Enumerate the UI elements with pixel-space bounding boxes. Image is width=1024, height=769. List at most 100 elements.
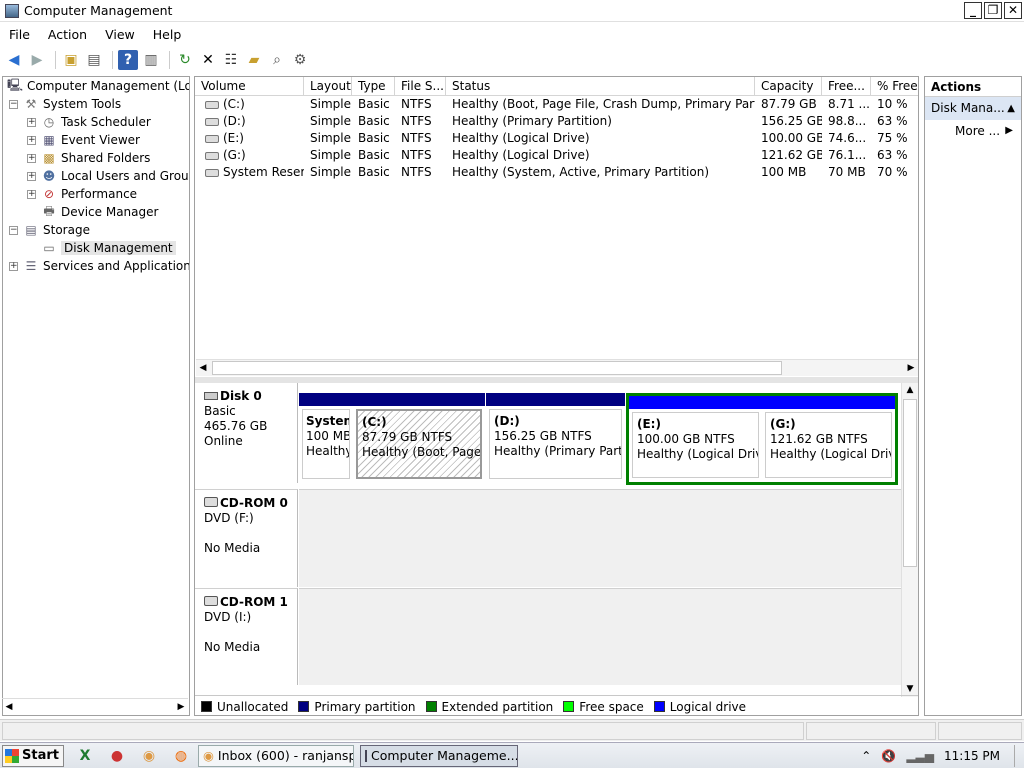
- taskbar-item-inbox[interactable]: ◉ Inbox (600) - ranjanspe...: [197, 744, 354, 767]
- column-header-layout[interactable]: Layout: [304, 77, 352, 96]
- partition-g[interactable]: (G:) 121.62 GB NTFS Healthy (Logical Dri…: [762, 396, 895, 482]
- tree-item-services[interactable]: + ☰ Services and Applications: [9, 257, 189, 275]
- partition-d[interactable]: (D:) 156.25 GB NTFS Healthy (Primary Par…: [486, 393, 625, 483]
- expand-icon[interactable]: +: [27, 135, 36, 145]
- taskbar-item-label: Inbox (600) - ranjanspe...: [217, 748, 353, 763]
- table-row[interactable]: System Reserv... Simple Basic NTFS Healt…: [195, 164, 918, 181]
- actions-section-disk-management[interactable]: Disk Mana... ▲: [925, 97, 1021, 120]
- column-header-type[interactable]: Type: [352, 77, 395, 96]
- forward-icon[interactable]: ▶: [27, 50, 47, 70]
- search-icon[interactable]: ⌕: [267, 50, 287, 70]
- scrollbar-thumb[interactable]: [903, 399, 917, 567]
- expand-icon[interactable]: +: [9, 261, 18, 271]
- partition-label: (D:): [494, 414, 520, 428]
- cdrom-0-label[interactable]: CD-ROM 0 DVD (F:) No Media: [195, 489, 298, 587]
- settings-icon[interactable]: ⚙: [290, 50, 310, 70]
- menu-action[interactable]: Action: [39, 27, 96, 42]
- scrollbar-thumb[interactable]: [212, 361, 782, 375]
- tree-item-device-manager[interactable]: 🖶 Device Manager: [41, 203, 158, 221]
- cdrom-media: No Media: [204, 541, 261, 555]
- window-title: Computer Management: [24, 3, 173, 18]
- show-hide-action-pane-icon[interactable]: ▥: [141, 50, 161, 70]
- tree-item-disk-management[interactable]: ▭ Disk Management: [41, 239, 176, 257]
- event-viewer-icon: ▦: [43, 133, 55, 147]
- actions-pane: Actions Disk Mana... ▲ More ... ▶: [924, 76, 1022, 716]
- volume-muted-icon[interactable]: 🔇: [881, 749, 896, 763]
- tree-item-storage[interactable]: − ▤ Storage: [9, 221, 90, 239]
- expand-icon[interactable]: +: [27, 189, 36, 199]
- menu-file[interactable]: File: [0, 27, 39, 42]
- refresh-icon[interactable]: ↻: [175, 50, 195, 70]
- partition-c[interactable]: (C:) 87.79 GB NTFS Healthy (Boot, Page F…: [353, 393, 485, 483]
- volume-name: (C:): [223, 97, 245, 111]
- volume-cell: (G:): [199, 147, 304, 164]
- table-row[interactable]: (D:) Simple Basic NTFS Healthy (Primary …: [195, 113, 918, 130]
- column-header-capacity[interactable]: Capacity: [755, 77, 822, 96]
- scroll-left-arrow-icon[interactable]: ◀: [196, 361, 210, 376]
- firefox-icon[interactable]: ◍: [170, 745, 192, 767]
- disk-0-label[interactable]: Disk 0 Basic 465.76 GB Online: [195, 383, 298, 483]
- collapse-up-icon[interactable]: ▲: [1007, 97, 1015, 120]
- scroll-right-arrow-icon[interactable]: ▶: [904, 361, 918, 376]
- excel-icon[interactable]: X: [74, 745, 96, 767]
- tree-item-task-scheduler[interactable]: + ◷ Task Scheduler: [27, 113, 151, 131]
- taskbar: Start X ● ◉ ◍ ◉ Inbox (600) - ranjanspe.…: [0, 742, 1024, 768]
- delete-icon[interactable]: ✕: [198, 50, 218, 70]
- disk-view-vertical-scrollbar[interactable]: ▲ ▼: [901, 383, 918, 697]
- table-row[interactable]: (G:) Simple Basic NTFS Healthy (Logical …: [195, 147, 918, 164]
- show-hidden-icons-icon[interactable]: ⌃: [861, 749, 871, 763]
- expand-icon[interactable]: +: [27, 117, 36, 127]
- cdrom-1-label[interactable]: CD-ROM 1 DVD (I:) No Media: [195, 588, 298, 685]
- help-icon[interactable]: ?: [118, 49, 138, 70]
- expand-icon[interactable]: +: [27, 153, 36, 163]
- column-header-free-space[interactable]: Free...: [822, 77, 871, 96]
- partition-e[interactable]: (E:) 100.00 GB NTFS Healthy (Logical Dri…: [629, 396, 762, 482]
- open-icon[interactable]: ▰: [244, 50, 264, 70]
- percent-free-cell: 63 %: [877, 148, 908, 162]
- column-header-percent-free[interactable]: % Free: [871, 77, 918, 96]
- column-header-status[interactable]: Status: [446, 77, 755, 96]
- collapse-icon[interactable]: −: [9, 225, 18, 235]
- tree-item-computer-management[interactable]: 🖳 Computer Management (Local: [7, 77, 189, 95]
- close-button[interactable]: ✕: [1004, 2, 1022, 19]
- back-icon[interactable]: ◀: [4, 50, 24, 70]
- tree-item-event-viewer[interactable]: + ▦ Event Viewer: [27, 131, 140, 149]
- clock[interactable]: 11:15 PM: [944, 749, 1000, 763]
- more-actions-item[interactable]: More ... ▶: [925, 120, 1021, 142]
- media-icon[interactable]: ●: [106, 745, 128, 767]
- layout-cell: Simple: [310, 97, 351, 111]
- network-signal-icon[interactable]: ▂▃▅: [906, 749, 934, 763]
- collapse-icon[interactable]: −: [9, 99, 18, 109]
- scroll-left-arrow-icon[interactable]: ◀: [2, 700, 16, 715]
- scroll-up-arrow-icon[interactable]: ▲: [903, 383, 917, 398]
- tree-item-performance[interactable]: + ⊘ Performance: [27, 185, 137, 203]
- show-desktop-button[interactable]: [1014, 745, 1022, 767]
- expand-icon[interactable]: +: [27, 171, 36, 181]
- menu-help[interactable]: Help: [144, 27, 191, 42]
- chrome-icon[interactable]: ◉: [138, 745, 160, 767]
- show-hide-tree-icon[interactable]: ▤: [84, 50, 104, 70]
- up-folder-icon[interactable]: ▣: [61, 50, 81, 70]
- taskbar-item-computer-management[interactable]: Computer Manageme...: [359, 744, 518, 767]
- legend-label: Unallocated: [217, 699, 289, 714]
- legend-item: Logical drive: [653, 700, 746, 714]
- properties-icon[interactable]: ☷: [221, 50, 241, 70]
- table-row[interactable]: (C:) Simple Basic NTFS Healthy (Boot, Pa…: [195, 96, 918, 113]
- tree-item-system-tools[interactable]: − ⚒ System Tools: [9, 95, 121, 113]
- menu-view[interactable]: View: [96, 27, 144, 42]
- tree-item-local-users[interactable]: + ☻ Local Users and Groups: [27, 167, 189, 185]
- tree-horizontal-scrollbar[interactable]: ◀ ▶: [2, 698, 188, 715]
- table-row[interactable]: (E:) Simple Basic NTFS Healthy (Logical …: [195, 130, 918, 147]
- partition-system-reserved[interactable]: System 100 MB Healthy: [299, 393, 353, 483]
- minimize-button[interactable]: _: [964, 2, 982, 19]
- column-header-volume[interactable]: Volume: [195, 77, 304, 96]
- extended-partition[interactable]: (E:) 100.00 GB NTFS Healthy (Logical Dri…: [626, 393, 898, 485]
- column-header-file-system[interactable]: File S...: [395, 77, 446, 96]
- start-button[interactable]: Start: [2, 744, 64, 767]
- maximize-button[interactable]: ❐: [984, 2, 1002, 19]
- scroll-right-arrow-icon[interactable]: ▶: [174, 700, 188, 715]
- volume-list-horizontal-scrollbar[interactable]: ◀ ▶: [196, 359, 918, 376]
- tree-item-shared-folders[interactable]: + ▩ Shared Folders: [27, 149, 150, 167]
- toolbar-separator: [55, 50, 56, 69]
